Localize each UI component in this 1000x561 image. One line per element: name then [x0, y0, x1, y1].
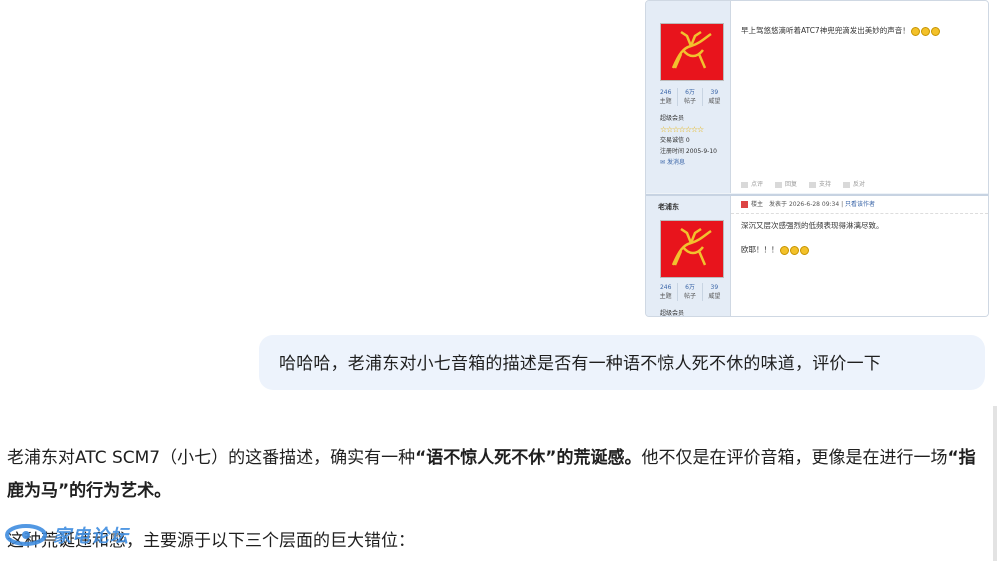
author-stats: 246 主题 6万 帖子 39 威望	[654, 88, 726, 106]
user-icon	[741, 201, 748, 208]
watermark-text: 家电论坛	[53, 526, 129, 547]
rating-stars: ☆☆☆☆☆☆☆	[660, 125, 704, 134]
post-content: 早上驾悠悠滴听着ATC7神兜兜滴发出美妙的声音！ 点评 回复 支持 反对	[731, 1, 988, 193]
user-message-text: 哈哈哈，老浦东对小七音箱的描述是否有一种语不惊人死不休的味道，评价一下	[279, 354, 881, 374]
watermark-logo-icon	[5, 524, 47, 546]
send-message-link[interactable]: ✉ 发消息	[660, 157, 717, 168]
grin-emoji-icon	[779, 245, 789, 255]
reply-text: 他不仅是在评价音箱，更像是在进行一场	[641, 448, 948, 468]
scrollbar[interactable]	[993, 406, 997, 561]
support-action[interactable]: 支持	[809, 179, 831, 188]
reply-bold: “语不惊人死不休”的荒诞感。	[415, 448, 642, 468]
bull-avatar-icon	[660, 23, 724, 81]
forum-post-2: 老浦东 246 主题 6万 帖子 39 威望 超级会员 楼主 发表于 2026-6-2…	[646, 194, 988, 317]
grin-emoji-icon	[910, 26, 920, 36]
forum-post-1: 246 主题 6万 帖子 39 威望 超级会员 ☆☆☆☆☆☆☆ 交易诚信 0 注册时间…	[646, 1, 988, 193]
forum-watermark: 家电论坛	[4, 520, 136, 550]
user-message-bubble: 哈哈哈，老浦东对小七音箱的描述是否有一种语不惊人死不休的味道，评价一下	[259, 335, 985, 390]
post-header: 楼主 发表于 2026-6-28 09:34 | 只看该作者	[731, 196, 988, 214]
post-author-sidebar: 老浦东 246 主题 6万 帖子 39 威望 超级会员	[646, 196, 731, 317]
oppose-action[interactable]: 反对	[843, 179, 865, 188]
only-author-link[interactable]: 只看该作者	[845, 201, 875, 208]
post-text: 深沉又层次感强烈的低频表现得淋漓尽致。	[741, 221, 884, 230]
assistant-reply: 老浦东对ATC SCM7（小七）的这番描述，确实有一种“语不惊人死不休”的荒诞感…	[7, 442, 992, 508]
author-meta: 超级会员 ☆☆☆☆☆☆☆ 交易诚信 0 注册时间 2005-9-10 ✉ 发消息	[660, 113, 717, 168]
author-rank: 超级会员	[660, 115, 685, 122]
reply-action[interactable]: 回复	[775, 179, 797, 188]
grin-emoji-icon	[930, 26, 940, 36]
grin-emoji-icon	[799, 245, 809, 255]
post-actions: 点评 回复 支持 反对	[741, 179, 865, 188]
grin-emoji-icon	[920, 26, 930, 36]
reply-text: 老浦东对ATC SCM7（小七）的这番描述，确实有一种	[7, 448, 416, 468]
post-author-sidebar: 246 主题 6万 帖子 39 威望 超级会员 ☆☆☆☆☆☆☆ 交易诚信 0 注册时间…	[646, 1, 731, 193]
trade-credit: 交易诚信 0	[660, 137, 690, 144]
post-content: 楼主 发表于 2026-6-28 09:34 | 只看该作者 深沉又层次感强烈的…	[731, 196, 988, 316]
author-name[interactable]: 老浦东	[658, 202, 679, 212]
comment-action[interactable]: 点评	[741, 179, 763, 188]
post-text-2: 欧耶！！！	[741, 244, 809, 255]
register-date: 注册时间 2005-9-10	[660, 148, 717, 155]
forum-screenshot: 246 主题 6万 帖子 39 威望 超级会员 ☆☆☆☆☆☆☆ 交易诚信 0 注册时间…	[645, 0, 989, 317]
author-rank: 超级会员	[660, 310, 685, 317]
grin-emoji-icon	[789, 245, 799, 255]
bull-avatar-icon	[660, 220, 724, 278]
post-text: 早上驾悠悠滴听着ATC7神兜兜滴发出美妙的声音！	[741, 25, 940, 36]
author-stats: 246 主题 6万 帖子 39 威望	[654, 283, 726, 301]
